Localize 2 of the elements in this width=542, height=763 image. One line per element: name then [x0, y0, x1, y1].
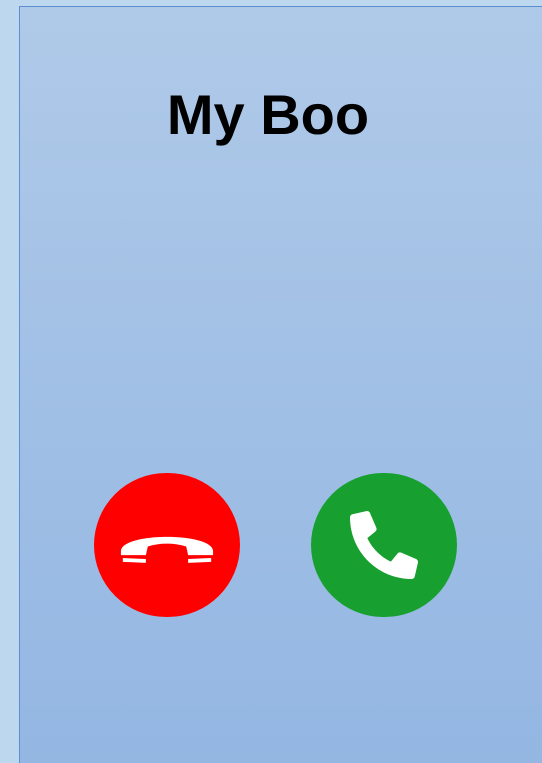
phone-icon	[350, 511, 418, 579]
caller-name: My Boo	[166, 83, 370, 147]
